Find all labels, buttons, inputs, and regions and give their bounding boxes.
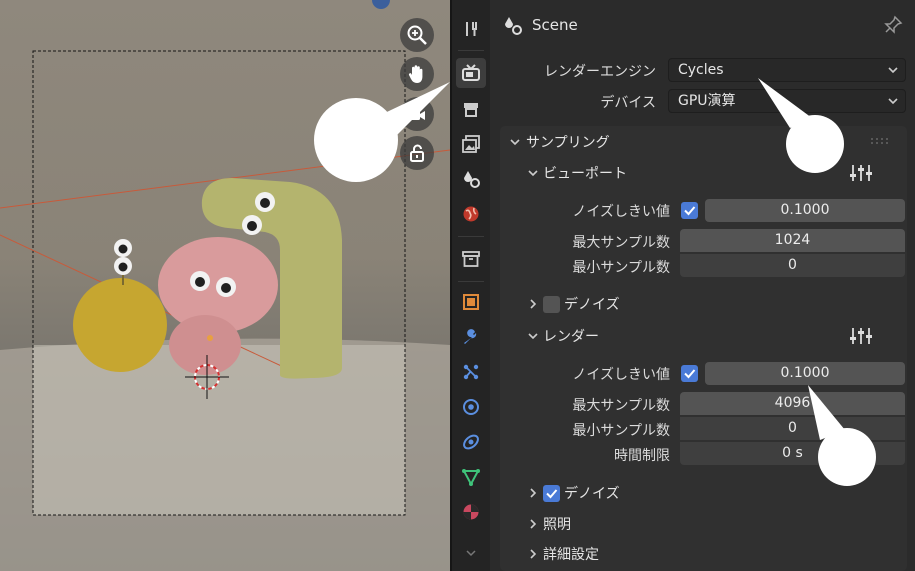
physics-tab-icon[interactable]	[456, 392, 486, 422]
world-tab-icon[interactable]	[456, 199, 486, 229]
data-tab-icon[interactable]	[456, 462, 486, 492]
tool-tab-icon[interactable]	[456, 14, 486, 44]
annotation-circle	[314, 98, 398, 182]
properties-editor: Scene レンダーエンジン Cycles デバイス GPU演算 サンプリング …	[490, 0, 915, 571]
render-tab-icon[interactable]	[456, 58, 486, 88]
constraints-tab-icon[interactable]	[456, 427, 486, 457]
collection-tab-icon[interactable]	[456, 244, 486, 274]
scene-tab-icon[interactable]	[456, 164, 486, 194]
annotation-circle	[786, 115, 844, 173]
object-tab-icon[interactable]	[456, 287, 486, 317]
chevron-down-icon[interactable]	[456, 538, 486, 568]
3d-viewport[interactable]	[0, 0, 450, 571]
callout-pointer	[370, 82, 450, 150]
annotation-circle	[818, 428, 876, 486]
output-tab-icon[interactable]	[456, 94, 486, 124]
modifier-wrench-icon[interactable]	[456, 322, 486, 352]
material-tab-icon[interactable]	[456, 497, 486, 527]
particles-tab-icon[interactable]	[456, 357, 486, 387]
properties-tab-bar	[452, 0, 490, 571]
view-layer-tab-icon[interactable]	[456, 129, 486, 159]
